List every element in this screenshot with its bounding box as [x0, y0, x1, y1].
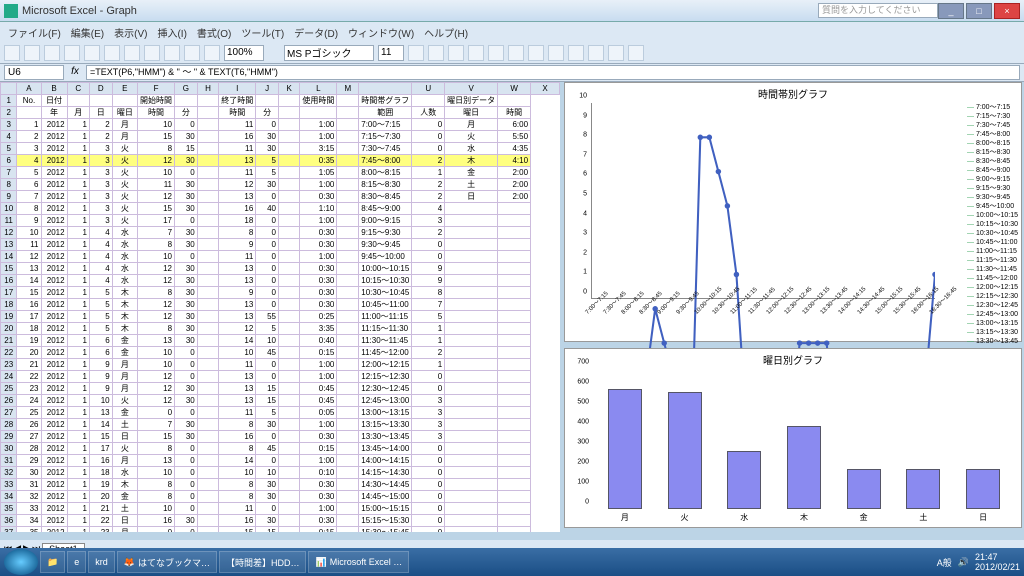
menu-bar: ファイル(F)編集(E)表示(V)挿入(I)書式(O)ツール(T)データ(D)ウ…: [0, 22, 1024, 42]
underline-icon[interactable]: [448, 45, 464, 61]
menu-item[interactable]: ウィンドウ(W): [344, 25, 418, 40]
chart-title: 曜日別グラフ: [565, 349, 1021, 370]
bold-icon[interactable]: [408, 45, 424, 61]
cut-icon[interactable]: [84, 45, 100, 61]
taskbar-explorer-icon[interactable]: 📁: [40, 551, 65, 573]
save-icon[interactable]: [44, 45, 60, 61]
sort-desc-icon[interactable]: [204, 45, 220, 61]
align-center-icon[interactable]: [488, 45, 504, 61]
fill-color-icon[interactable]: [608, 45, 624, 61]
menu-item[interactable]: 挿入(I): [153, 25, 190, 40]
chart-title: 時間帯別グラフ: [565, 83, 1021, 104]
taskbar-item[interactable]: 📊Microsoft Excel …: [308, 551, 409, 573]
percent-icon[interactable]: [568, 45, 584, 61]
window-title: Microsoft Excel - Graph: [22, 5, 818, 17]
menu-item[interactable]: ファイル(F): [4, 25, 65, 40]
formula-input[interactable]: =TEXT(P6,"HMM") & " 〜 " & TEXT(T6,"HMM"): [86, 65, 1020, 80]
menu-item[interactable]: 表示(V): [110, 25, 151, 40]
name-box[interactable]: U6: [4, 65, 64, 80]
italic-icon[interactable]: [428, 45, 444, 61]
print-icon[interactable]: [64, 45, 80, 61]
bar-chart[interactable]: 曜日別グラフ 0100200300400500600700 月火水木金土日: [564, 348, 1022, 528]
zoom-dropdown[interactable]: 100%: [224, 45, 264, 61]
chart-legend: 7:00〜7:157:15〜7:307:30〜7:457:45〜8:008:00…: [967, 103, 1018, 346]
windows-taskbar: 📁 e krd 🦊はてなブックマ… 【時間差】HDD… 📊Microsoft E…: [0, 548, 1024, 576]
title-bar: Microsoft Excel - Graph 質問を入力してください _ □ …: [0, 0, 1024, 22]
minimize-button[interactable]: _: [938, 3, 964, 19]
start-button[interactable]: [4, 549, 38, 575]
merge-icon[interactable]: [528, 45, 544, 61]
taskbar-item[interactable]: krd: [88, 551, 115, 573]
worksheet-area[interactable]: ABCDEFGHIJKLMUVWX1No.日付開始時間終了時間使用時間時間帯グラ…: [0, 82, 560, 532]
align-left-icon[interactable]: [468, 45, 484, 61]
align-right-icon[interactable]: [508, 45, 524, 61]
menu-item[interactable]: ヘルプ(H): [420, 25, 472, 40]
line-chart[interactable]: 時間帯別グラフ 012345678910 7:00〜7:157:30〜7:458…: [564, 82, 1022, 342]
taskbar-item[interactable]: 【時間差】HDD…: [219, 551, 307, 573]
redo-icon[interactable]: [164, 45, 180, 61]
menu-item[interactable]: 書式(O): [193, 25, 235, 40]
formula-bar: U6 fx =TEXT(P6,"HMM") & " 〜 " & TEXT(T6,…: [0, 64, 1024, 82]
excel-icon: [4, 4, 18, 18]
new-icon[interactable]: [4, 45, 20, 61]
borders-icon[interactable]: [588, 45, 604, 61]
font-dropdown[interactable]: MS Pゴシック: [284, 45, 374, 61]
clock[interactable]: 21:472012/02/21: [975, 552, 1020, 572]
undo-icon[interactable]: [144, 45, 160, 61]
sort-asc-icon[interactable]: [184, 45, 200, 61]
fx-icon[interactable]: fx: [68, 66, 82, 80]
close-button[interactable]: ×: [994, 3, 1020, 19]
currency-icon[interactable]: [548, 45, 564, 61]
font-color-icon[interactable]: [628, 45, 644, 61]
system-tray[interactable]: A般 🔊 21:472012/02/21: [937, 552, 1020, 572]
ime-indicator[interactable]: A般: [937, 556, 952, 569]
copy-icon[interactable]: [104, 45, 120, 61]
tray-icon[interactable]: 🔊: [958, 557, 969, 568]
help-search[interactable]: 質問を入力してください: [818, 3, 938, 18]
plot-area: [591, 103, 935, 299]
open-icon[interactable]: [24, 45, 40, 61]
menu-item[interactable]: 編集(E): [67, 25, 108, 40]
fontsize-dropdown[interactable]: 11: [378, 45, 404, 61]
maximize-button[interactable]: □: [966, 3, 992, 19]
plot-area: [595, 369, 1013, 509]
menu-item[interactable]: データ(D): [290, 25, 342, 40]
paste-icon[interactable]: [124, 45, 140, 61]
menu-item[interactable]: ツール(T): [237, 25, 288, 40]
taskbar-item[interactable]: 🦊はてなブックマ…: [117, 551, 217, 573]
taskbar-ie-icon[interactable]: e: [67, 551, 86, 573]
standard-toolbar: 100% MS Pゴシック 11: [0, 42, 1024, 64]
